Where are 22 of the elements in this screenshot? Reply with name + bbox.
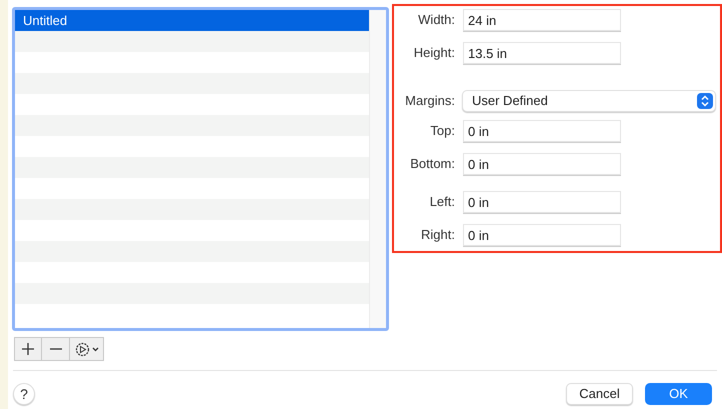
plus-icon — [22, 343, 34, 355]
help-button[interactable]: ? — [13, 383, 35, 405]
field-label: Height: — [412, 44, 455, 62]
chevron-down-icon — [92, 346, 98, 352]
input-field[interactable]: 24 in — [463, 9, 621, 31]
field-label: Margins: — [404, 92, 455, 110]
gear-icon — [74, 342, 90, 356]
input-field[interactable]: 0 in — [463, 191, 621, 213]
input-field[interactable]: 0 in — [463, 224, 621, 246]
input-field[interactable]: 0 in — [463, 120, 621, 142]
cancel-button[interactable]: Cancel — [566, 383, 633, 405]
field-label: Bottom: — [409, 155, 455, 174]
input-field[interactable]: 13.5 in — [463, 42, 621, 64]
field-label: Top: — [429, 122, 455, 140]
margins-dropdown[interactable]: User Defined — [462, 90, 716, 112]
ok-button[interactable]: OK — [645, 383, 712, 405]
stepper-icon — [697, 93, 713, 109]
list-item[interactable]: Untitled — [15, 10, 369, 31]
field-label: Width: — [417, 11, 455, 30]
input-field[interactable]: 0 in — [463, 153, 621, 175]
field-label: Left: — [428, 193, 455, 212]
field-label: Right: — [420, 226, 455, 244]
